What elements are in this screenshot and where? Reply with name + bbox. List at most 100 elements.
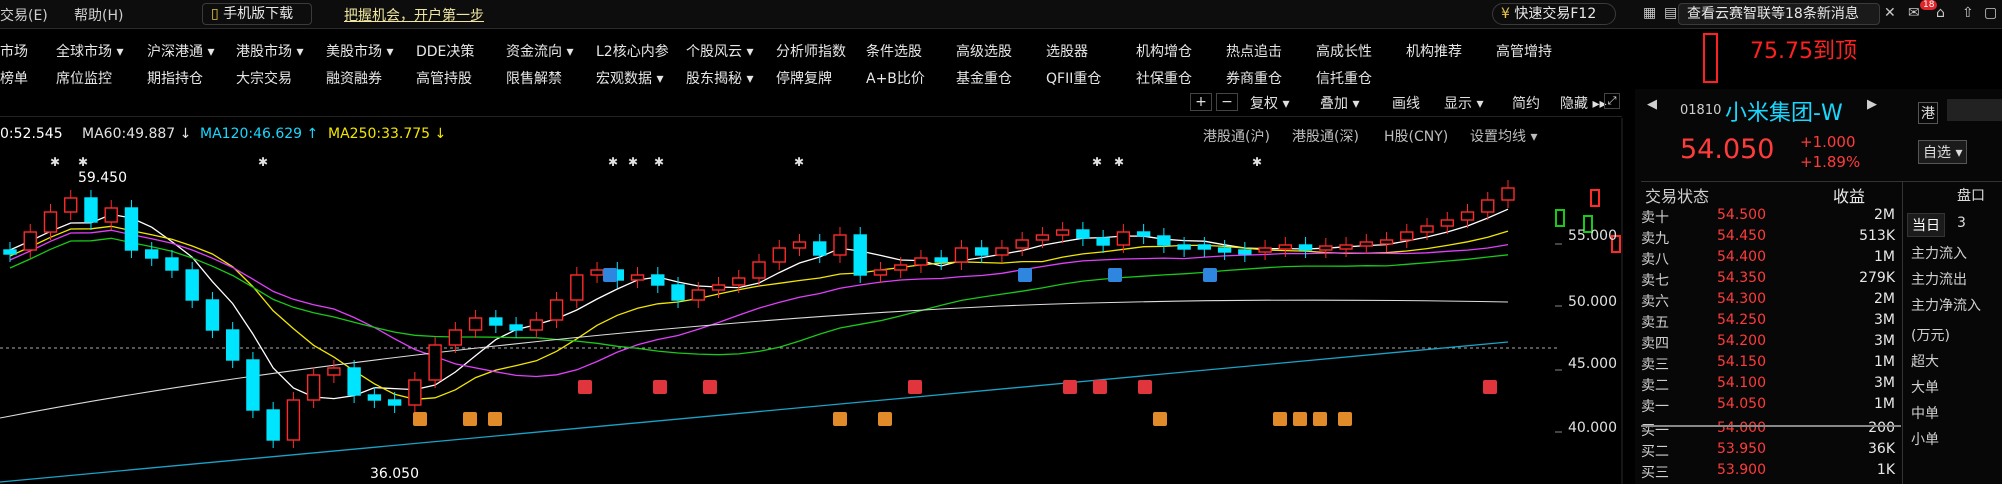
candle-body bbox=[64, 197, 78, 213]
candle-body bbox=[145, 249, 159, 259]
order-level-label: 买二 bbox=[1641, 444, 1669, 460]
fund-flow-item: 小单 bbox=[1911, 432, 1939, 448]
candle-body bbox=[1501, 187, 1515, 201]
b-marker bbox=[908, 380, 922, 394]
candle-body bbox=[509, 324, 523, 331]
b-marker bbox=[1483, 380, 1497, 394]
order-level-volume: 36K bbox=[1868, 441, 1895, 457]
b-marker bbox=[703, 380, 717, 394]
candle-body bbox=[772, 247, 786, 263]
candle-body bbox=[630, 274, 645, 281]
candle-body bbox=[974, 247, 989, 256]
order-level-volume: 279K bbox=[1859, 270, 1895, 286]
candle-body bbox=[914, 257, 928, 266]
candle-body bbox=[691, 289, 705, 301]
ma-yellow-line bbox=[9, 225, 1509, 400]
fund-flow-item: 大单 bbox=[1911, 380, 1939, 396]
order-level-label: 卖二 bbox=[1641, 378, 1669, 394]
candle-body bbox=[873, 269, 888, 276]
candle-body bbox=[833, 234, 847, 256]
order-level-label: 卖一 bbox=[1641, 399, 1669, 415]
candle-body bbox=[185, 269, 199, 301]
candle-body bbox=[3, 249, 17, 255]
candle-body bbox=[1217, 247, 1232, 253]
price-axis-40: 40.000 bbox=[1568, 420, 1617, 436]
projection-candle bbox=[1590, 189, 1600, 207]
candle-body bbox=[792, 241, 807, 249]
candle-body bbox=[1481, 199, 1495, 213]
order-level-volume: 2M bbox=[1874, 207, 1895, 223]
next-stock-icon[interactable]: ▶ bbox=[1867, 97, 1877, 112]
candle-body bbox=[1339, 244, 1353, 250]
candle-body bbox=[752, 261, 766, 279]
low-price-mark: 36.050 bbox=[370, 466, 419, 482]
order-book-separator bbox=[1641, 425, 1901, 427]
candle-body bbox=[347, 367, 361, 396]
candle-body bbox=[225, 329, 240, 361]
candle-body bbox=[853, 234, 867, 276]
t-marker bbox=[463, 412, 477, 426]
income-tab[interactable]: 收益 bbox=[1833, 183, 1865, 207]
t-marker bbox=[1293, 412, 1307, 426]
candle-body bbox=[448, 329, 463, 346]
candle-body bbox=[1076, 229, 1090, 239]
order-level-volume: 1M bbox=[1874, 249, 1895, 265]
order-level-label: 卖九 bbox=[1641, 231, 1669, 247]
order-level-label: 买三 bbox=[1641, 465, 1669, 481]
order-level-volume: 3M bbox=[1874, 312, 1895, 328]
event-star-marker: ✱ bbox=[794, 155, 804, 169]
order-level-label: 卖五 bbox=[1641, 315, 1669, 331]
candle-body bbox=[1197, 244, 1212, 250]
b-marker bbox=[653, 380, 667, 394]
candle-body bbox=[1157, 235, 1171, 246]
prev-stock-icon[interactable]: ◀ bbox=[1647, 97, 1657, 112]
today-tab[interactable]: 当日 bbox=[1907, 213, 1945, 237]
candle-body bbox=[590, 269, 604, 276]
order-level-volume: 3M bbox=[1874, 333, 1895, 349]
candle-body bbox=[954, 247, 969, 263]
candle-body bbox=[732, 277, 746, 286]
order-level-price: 54.150 bbox=[1717, 354, 1766, 370]
fund-flow-item: 中单 bbox=[1911, 406, 1939, 422]
three-day-tab[interactable]: 3 bbox=[1957, 215, 1966, 231]
candle-body bbox=[529, 319, 544, 331]
order-level-label: 卖十 bbox=[1641, 210, 1669, 226]
event-star-marker: ✱ bbox=[608, 155, 618, 169]
trade-status-label: 交易状态 bbox=[1645, 187, 1710, 206]
fund-flow-item: 主力流出 bbox=[1911, 272, 1967, 288]
candle-body bbox=[124, 207, 139, 251]
event-star-marker: ✱ bbox=[1092, 155, 1102, 169]
event-star-marker: ✱ bbox=[258, 155, 268, 169]
candle-body bbox=[1096, 237, 1110, 246]
event-star-marker: ✱ bbox=[654, 155, 664, 169]
candle-body bbox=[266, 409, 280, 441]
order-level-label: 卖七 bbox=[1641, 273, 1669, 289]
order-level-price: 54.200 bbox=[1717, 333, 1766, 349]
stock-name: 小米集团-W bbox=[1725, 101, 1843, 126]
event-star-marker: ✱ bbox=[1252, 155, 1262, 169]
disc-tab[interactable]: 盘口 bbox=[1957, 185, 1985, 205]
candle-body bbox=[23, 231, 37, 251]
order-level-price: 54.500 bbox=[1717, 207, 1766, 223]
candle-body bbox=[104, 207, 118, 223]
candle-body bbox=[1015, 239, 1029, 249]
t-marker bbox=[488, 412, 502, 426]
candle-body bbox=[1035, 234, 1050, 241]
self-select-dropdown[interactable]: 自选 ▾ bbox=[1918, 140, 1968, 164]
order-level-volume: 200 bbox=[1868, 420, 1895, 436]
t-marker bbox=[833, 412, 847, 426]
candle-body bbox=[1319, 245, 1333, 251]
s-marker bbox=[603, 268, 617, 282]
market-badge: 港 bbox=[1918, 102, 1938, 124]
candle-body bbox=[934, 257, 948, 263]
candle-body bbox=[1298, 244, 1313, 251]
order-level-label: 卖三 bbox=[1641, 357, 1669, 373]
candle-body bbox=[205, 299, 220, 331]
candle-body bbox=[1116, 231, 1131, 246]
vertical-divider bbox=[1902, 181, 1903, 484]
candle-body bbox=[1136, 231, 1151, 237]
stock-code: 01810 bbox=[1680, 103, 1722, 118]
order-level-price: 54.450 bbox=[1717, 228, 1766, 244]
b-marker bbox=[1063, 380, 1077, 394]
candle-body bbox=[306, 374, 321, 401]
